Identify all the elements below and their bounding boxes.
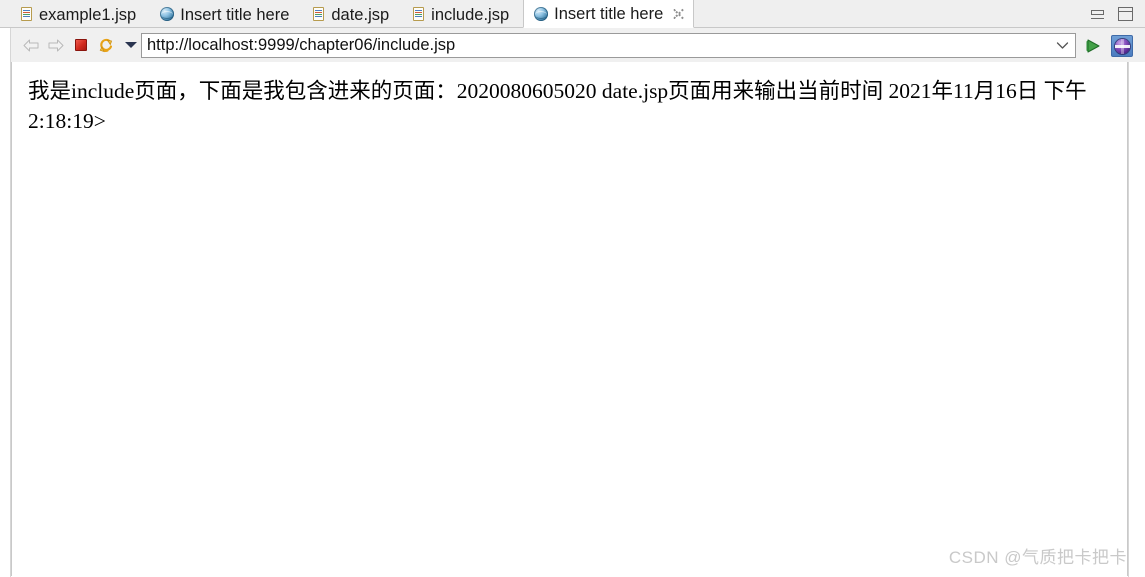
chevron-down-icon [1056, 42, 1068, 49]
refresh-icon [98, 38, 114, 53]
history-dropdown-button[interactable] [118, 33, 143, 57]
tab-label: Insert title here [554, 5, 664, 24]
file-icon [313, 6, 325, 22]
tab-label: date.jsp [331, 5, 390, 24]
tab-insert-title-here-1[interactable]: Insert title here [150, 0, 303, 28]
chevron-down-icon [124, 42, 137, 48]
address-bar[interactable]: http://localhost:9999/chapter06/include.… [141, 33, 1076, 58]
play-go-icon [1086, 39, 1100, 53]
refresh-button[interactable] [93, 33, 118, 57]
go-button[interactable] [1085, 38, 1101, 54]
watermark: CSDN @气质把卡把卡 [948, 548, 1127, 567]
arrow-left-icon [23, 39, 39, 52]
arrow-right-icon [48, 39, 64, 52]
left-frame-edge [0, 28, 11, 577]
tab-date-jsp[interactable]: date.jsp [303, 0, 403, 28]
tab-label: include.jsp [431, 5, 510, 24]
minimize-icon[interactable] [1091, 9, 1104, 19]
url-input[interactable]: http://localhost:9999/chapter06/include.… [142, 37, 1049, 54]
globe-icon [160, 7, 175, 21]
stop-button[interactable] [68, 33, 93, 57]
tab-strip: example1.jsp Insert title here date.jsp … [11, 0, 695, 28]
forward-button[interactable] [43, 33, 68, 57]
page-body-text: 我是include页面，下面是我包含进来的页面：2020080605020 da… [28, 79, 1087, 133]
file-icon [413, 6, 425, 22]
open-external-browser-button[interactable] [1111, 35, 1133, 57]
window-controls [1091, 0, 1133, 28]
navigation-buttons [11, 33, 143, 57]
page-viewport: 我是include页面，下面是我包含进来的页面：2020080605020 da… [11, 62, 1128, 576]
tab-insert-title-here-active[interactable]: Insert title here [523, 0, 695, 28]
close-icon[interactable] [672, 7, 685, 20]
browser-window: example1.jsp Insert title here date.jsp … [0, 0, 1145, 577]
stop-icon [74, 39, 87, 51]
maximize-icon[interactable] [1118, 7, 1133, 21]
file-icon [21, 6, 33, 22]
tab-include-jsp[interactable]: include.jsp [403, 0, 523, 28]
right-frame-edge [1128, 62, 1145, 577]
address-dropdown-button[interactable] [1049, 34, 1075, 57]
globe-button-icon [1114, 38, 1130, 54]
tab-label: example1.jsp [39, 5, 137, 24]
back-button[interactable] [18, 33, 43, 57]
tab-example1-jsp[interactable]: example1.jsp [11, 0, 150, 28]
tab-bar: example1.jsp Insert title here date.jsp … [0, 0, 1145, 28]
tab-label: Insert title here [180, 5, 290, 24]
globe-icon [534, 6, 549, 21]
